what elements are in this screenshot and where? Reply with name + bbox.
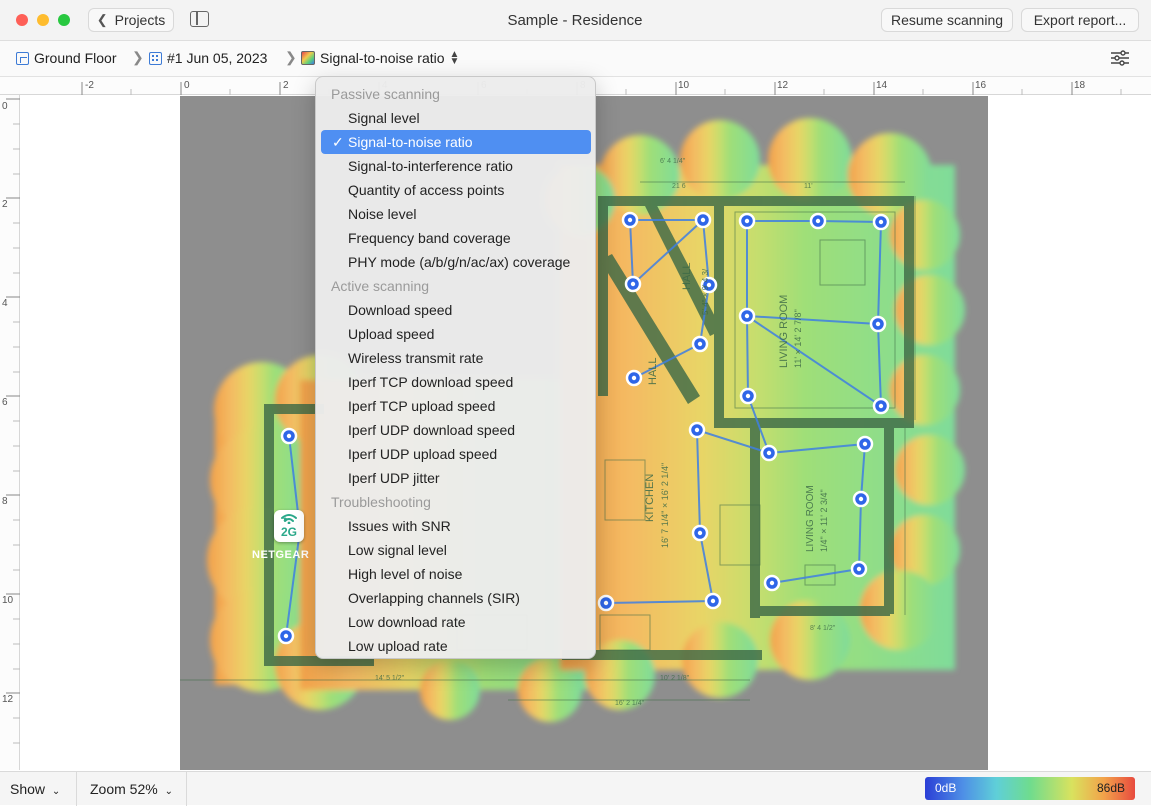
breadcrumb-floor[interactable]: Ground Floor (16, 50, 116, 66)
breadcrumb: Ground Floor ❯ #1 Jun 05, 2023 ❯ Signal-… (0, 41, 1151, 77)
access-point-name: NETGEAR (252, 549, 310, 561)
legend-max-label: 86dB (1096, 781, 1125, 795)
room-label: LIVING ROOM (778, 295, 790, 368)
window-title: Sample - Residence (507, 12, 643, 29)
checkmark-icon: ✓ (332, 134, 344, 150)
menu-item-iperf-udp-upload[interactable]: Iperf UDP upload speed (321, 442, 591, 466)
zoom-window-button[interactable] (58, 14, 70, 26)
menu-section-header: Troubleshooting (331, 494, 431, 510)
menu-item-frequency-band-coverage[interactable]: Frequency band coverage (321, 226, 591, 250)
room-dimension: 1/4" × 11' 2 3/4" (819, 489, 829, 552)
chevron-up-down-icon: ▲ ▼ (449, 49, 460, 67)
scan-icon (149, 51, 162, 65)
menu-item-phy-mode-coverage[interactable]: PHY mode (a/b/g/n/ac/ax) coverage (321, 250, 591, 274)
chevron-down-icon: ⌄ (164, 786, 173, 797)
legend-min-label: 0dB (935, 781, 957, 795)
menu-item-upload-speed[interactable]: Upload speed (321, 322, 591, 346)
ruler-label: 2 (2, 199, 8, 210)
menu-item-issues-with-snr[interactable]: Issues with SNR (321, 514, 591, 538)
dimension-label: 21 6 (672, 183, 686, 190)
back-to-projects-button[interactable]: ❮ Projects (88, 8, 174, 32)
ruler-label: 4 (2, 298, 8, 309)
access-point-marker[interactable]: ⋆ 2G (274, 510, 304, 542)
ruler-label: 12 (2, 694, 14, 705)
menu-section-header: Active scanning (331, 278, 430, 294)
menu-item-signal-level[interactable]: Signal level (321, 106, 591, 130)
export-report-button[interactable]: Export report... (1021, 8, 1139, 32)
zoom-menu-button[interactable]: Zoom 52% ⌄ (90, 781, 173, 797)
chevron-left-icon: ❮ (96, 12, 108, 27)
room-label: HALL (647, 357, 659, 385)
menu-item-low-download-rate[interactable]: Low download rate (321, 610, 591, 634)
divider (186, 772, 187, 806)
menu-item-signal-to-noise-ratio[interactable]: ✓ Signal-to-noise ratio (321, 130, 591, 154)
show-menu-button[interactable]: Show ⌄ (10, 781, 60, 797)
ruler-label: 6 (2, 397, 8, 408)
room-label: HALL (681, 262, 693, 290)
zoom-menu-label: Zoom 52% (90, 781, 158, 797)
ruler-label: 2 (283, 80, 289, 91)
ruler-label: -2 (85, 80, 94, 91)
dimension-label: 16' 2 1/4" (615, 700, 645, 707)
visualization-select[interactable]: Signal-to-noise ratio ▲ ▼ (301, 49, 460, 67)
chevron-right-icon: ❯ (285, 49, 297, 65)
bottom-bar: Show ⌄ Zoom 52% ⌄ 0dB 86dB (0, 771, 1151, 806)
menu-item-download-speed[interactable]: Download speed (321, 298, 591, 322)
menu-item-iperf-udp-download[interactable]: Iperf UDP download speed (321, 418, 591, 442)
ruler-label: 18 (1074, 80, 1086, 91)
menu-item-quantity-of-access-points[interactable]: Quantity of access points (321, 178, 591, 202)
ruler-label: 12 (777, 80, 789, 91)
sidebar-toggle-icon[interactable] (190, 11, 209, 27)
floor-plan-icon (16, 51, 29, 65)
sliders-icon[interactable] (1110, 49, 1130, 67)
breadcrumb-scan[interactable]: #1 Jun 05, 2023 (149, 50, 267, 66)
title-bar: ❮ Projects Sample - Residence Resume sca… (0, 0, 1151, 41)
visualization-select-label: Signal-to-noise ratio (320, 50, 445, 66)
menu-item-signal-to-interference-ratio[interactable]: Signal-to-interference ratio (321, 154, 591, 178)
breadcrumb-scan-label: #1 Jun 05, 2023 (167, 50, 268, 66)
wifi-icon (281, 514, 297, 524)
visualization-menu: Passive scanning Signal level ✓ Signal-to… (315, 76, 596, 659)
ruler-label: 10 (678, 80, 690, 91)
dimension-label: 6' 4 1/4" (660, 158, 686, 165)
menu-section-header: Passive scanning (331, 86, 440, 102)
room-label: LIVING ROOM (805, 485, 816, 552)
color-scale-legend: 0dB 86dB (925, 777, 1135, 800)
dimension-label: 11' (804, 183, 813, 190)
menu-item-noise-level[interactable]: Noise level (321, 202, 591, 226)
chevron-down-icon: ⌄ (51, 786, 61, 797)
resume-scanning-button[interactable]: Resume scanning (881, 8, 1013, 32)
menu-item-iperf-udp-jitter[interactable]: Iperf UDP jitter (321, 466, 591, 490)
menu-item-high-level-of-noise[interactable]: High level of noise (321, 562, 591, 586)
menu-item-wireless-transmit-rate[interactable]: Wireless transmit rate (321, 346, 591, 370)
ruler-label: 0 (184, 80, 190, 91)
show-menu-label: Show (10, 781, 46, 797)
ruler-label: 14 (876, 80, 888, 91)
ruler-label: 16 (975, 80, 987, 91)
access-point-band: 2G (280, 525, 297, 539)
vertical-ruler: 0 2 4 6 8 10 12 (0, 95, 20, 770)
menu-item-overlapping-channels[interactable]: Overlapping channels (SIR) (321, 586, 591, 610)
chevron-right-icon: ❯ (132, 49, 144, 65)
room-dimension: 11' × 14' 2 7/8" (793, 309, 803, 368)
color-map-icon (301, 51, 315, 65)
dimension-label: 14' 5 1/2" (375, 675, 405, 682)
dimension-label: 10' 2 1/8" (660, 675, 690, 682)
menu-item-low-signal-level[interactable]: Low signal level (321, 538, 591, 562)
ruler-label: 0 (2, 101, 8, 112)
ruler-label: 8 (2, 496, 8, 507)
ruler-label: 10 (2, 595, 14, 606)
menu-item-iperf-tcp-upload[interactable]: Iperf TCP upload speed (321, 394, 591, 418)
room-label: KITCHEN (644, 474, 656, 522)
divider (76, 772, 77, 806)
back-button-label: Projects (114, 12, 166, 28)
breadcrumb-floor-label: Ground Floor (34, 50, 117, 66)
menu-item-iperf-tcp-download[interactable]: Iperf TCP download speed (321, 370, 591, 394)
close-window-button[interactable] (16, 14, 28, 26)
menu-item-low-upload-rate[interactable]: Low upload rate (321, 634, 591, 658)
dimension-label: 8' 4 1/2" (810, 625, 836, 632)
room-dimension: 16' 7 1/4" × 16' 2 1/4" (660, 463, 670, 548)
minimize-window-button[interactable] (37, 14, 49, 26)
room-dimension: 5' 4" × 9' 4 3/ (701, 268, 710, 315)
